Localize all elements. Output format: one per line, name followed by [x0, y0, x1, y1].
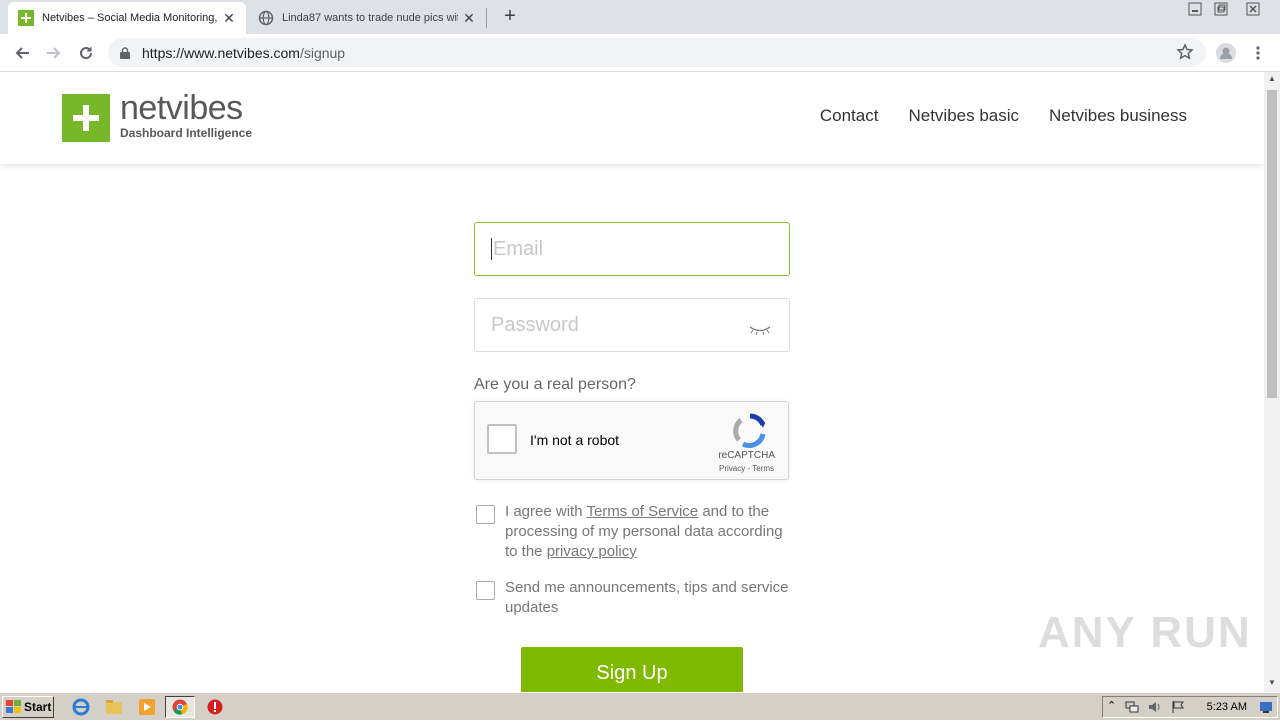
menu-dots-icon[interactable]	[1246, 41, 1270, 65]
lock-icon	[120, 46, 134, 59]
show-password-eye-icon[interactable]	[749, 319, 771, 342]
close-tab-icon[interactable]: ✕	[462, 11, 476, 25]
windows-taskbar: Start ⌃ 5:23 AM	[0, 692, 1280, 720]
password-field[interactable]: Password	[474, 298, 790, 352]
recaptcha-brand: reCAPTCHA	[718, 450, 775, 461]
announcements-checkbox[interactable]	[476, 581, 495, 600]
tab-title: Netvibes – Social Media Monitoring, A	[42, 12, 218, 24]
page-scrollbar[interactable]: ▲ ▼	[1264, 72, 1280, 692]
logo-tagline: Dashboard Intelligence	[120, 126, 253, 140]
show-desktop-icon[interactable]	[1259, 700, 1273, 719]
site-header: netvibes Dashboard Intelligence Contact …	[0, 72, 1264, 164]
browser-toolbar: https://www.netvibes.com/signup	[0, 34, 1280, 72]
internet-explorer-icon[interactable]	[72, 698, 90, 716]
restore-button[interactable]	[1208, 0, 1234, 18]
announcements-row: Send me announcements, tips and service …	[474, 578, 790, 618]
minimize-button[interactable]	[1182, 0, 1208, 18]
browser-tab-strip: Netvibes – Social Media Monitoring, A ✕ …	[0, 0, 1280, 34]
file-explorer-icon[interactable]	[105, 698, 123, 716]
close-window-button[interactable]	[1240, 0, 1266, 18]
clock: 5:23 AM	[1206, 701, 1247, 713]
back-arrow-icon[interactable]	[10, 41, 34, 65]
scroll-down-arrow-icon[interactable]: ▼	[1268, 678, 1276, 687]
recaptcha-label: I'm not a robot	[530, 432, 620, 448]
network-icon[interactable]	[1125, 700, 1139, 719]
announcements-label: Send me announcements, tips and service …	[505, 579, 789, 616]
recaptcha-widget: I'm not a robot reCAPTCHA Privacy - Term…	[474, 401, 789, 480]
url-host: https://www.netvibes.com	[142, 44, 300, 61]
profile-avatar-icon[interactable]	[1214, 41, 1238, 65]
stop-sign-icon[interactable]	[206, 698, 224, 716]
terms-of-service-link[interactable]: Terms of Service	[586, 503, 698, 520]
privacy-policy-link[interactable]: privacy policy	[547, 543, 637, 560]
tab-separator	[486, 8, 487, 28]
action-center-flag-icon[interactable]	[1171, 700, 1185, 719]
recaptcha-logo-icon	[732, 412, 768, 448]
netvibes-logo-icon[interactable]	[62, 94, 110, 142]
recaptcha-privacy-terms[interactable]: Privacy - Terms	[719, 464, 774, 473]
password-placeholder: Password	[491, 313, 579, 336]
tab-linda87[interactable]: Linda87 wants to trade nude pics wit ✕	[248, 2, 486, 34]
windows-logo-icon	[6, 700, 21, 713]
captcha-question: Are you a real person?	[474, 376, 636, 393]
terms-consent-row: I agree with Terms of Service and to the…	[474, 502, 790, 562]
system-tray: ⌃ 5:23 AM	[1102, 696, 1278, 718]
netvibes-favicon-icon	[18, 10, 34, 26]
tab-netvibes[interactable]: Netvibes – Social Media Monitoring, A ✕	[8, 2, 246, 34]
top-nav: Contact Netvibes basic Netvibes business	[820, 106, 1187, 126]
scroll-up-arrow-icon[interactable]: ▲	[1268, 74, 1276, 83]
close-tab-icon[interactable]: ✕	[222, 11, 236, 25]
start-label: Start	[24, 700, 52, 714]
tray-expand-icon[interactable]: ⌃	[1107, 699, 1116, 712]
signup-form: Email Password Are you a real person? I'…	[474, 222, 790, 618]
email-field[interactable]: Email	[474, 222, 790, 276]
chrome-taskbar-button[interactable]	[165, 696, 195, 718]
volume-icon[interactable]	[1147, 700, 1161, 719]
anyrun-watermark: ANY RUN	[1038, 608, 1252, 657]
sign-up-button[interactable]: Sign Up	[521, 647, 743, 692]
scrollbar-thumb[interactable]	[1267, 90, 1277, 398]
bookmark-star-icon[interactable]	[1176, 43, 1194, 64]
text-caret	[491, 238, 492, 260]
new-tab-button[interactable]: +	[500, 6, 520, 26]
address-bar[interactable]: https://www.netvibes.com/signup	[108, 38, 1206, 67]
agree-prefix: I agree with	[505, 503, 587, 520]
recaptcha-checkbox[interactable]	[487, 424, 517, 454]
tab-title: Linda87 wants to trade nude pics wit	[282, 12, 458, 24]
logo-text[interactable]: netvibes Dashboard Intelligence	[120, 90, 252, 140]
logo-name: netvibes	[120, 89, 243, 127]
nav-netvibes-basic[interactable]: Netvibes basic	[908, 106, 1019, 126]
url-path: /signup	[299, 44, 346, 61]
reload-icon[interactable]	[74, 41, 98, 65]
globe-icon	[258, 10, 274, 26]
media-player-icon[interactable]	[138, 698, 156, 716]
chrome-icon	[172, 699, 188, 715]
forward-arrow-icon[interactable]	[42, 41, 66, 65]
page-content: netvibes Dashboard Intelligence Contact …	[0, 72, 1264, 692]
nav-netvibes-business[interactable]: Netvibes business	[1049, 106, 1187, 126]
terms-checkbox[interactable]	[476, 505, 495, 524]
start-button[interactable]: Start	[2, 696, 54, 718]
nav-contact[interactable]: Contact	[820, 106, 879, 126]
email-placeholder: Email	[493, 237, 544, 260]
